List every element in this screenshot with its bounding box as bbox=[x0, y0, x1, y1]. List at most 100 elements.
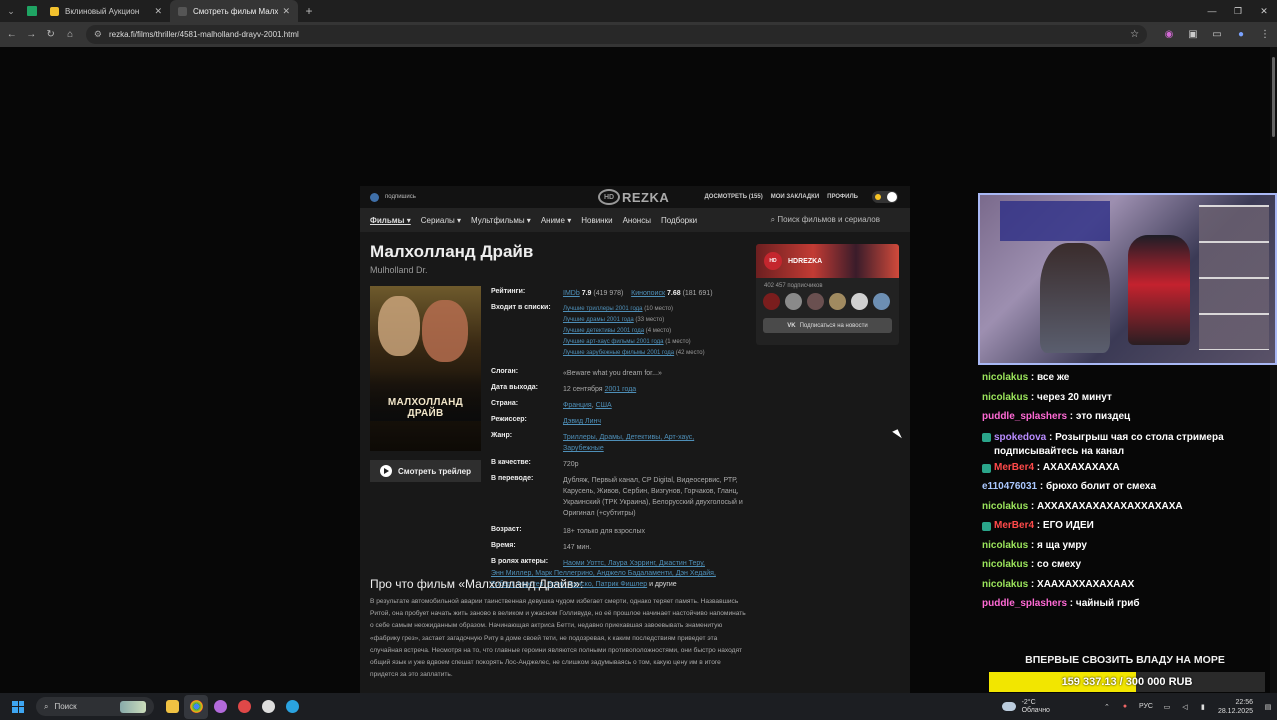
chat-username[interactable]: puddle_splashers bbox=[982, 598, 1067, 609]
social-name[interactable]: HDREZKA bbox=[788, 258, 822, 265]
profile-link[interactable]: ПРОФИЛЬ bbox=[827, 194, 858, 200]
chat-username[interactable]: MerBer4 bbox=[994, 520, 1034, 531]
tab-auction[interactable]: Вклиновый Аукцион ✕ bbox=[42, 0, 170, 22]
chat-username[interactable]: nicolakus bbox=[982, 559, 1028, 570]
chat-username[interactable]: nicolakus bbox=[982, 579, 1028, 590]
pinned-tab-sheets[interactable] bbox=[22, 0, 42, 22]
site-info-icon[interactable]: ⚙ bbox=[94, 29, 102, 40]
minimize-icon[interactable]: — bbox=[1199, 0, 1225, 22]
list-item: Лучшие зарубежные фильмы 2001 года (42 м… bbox=[563, 348, 705, 359]
extension-icon[interactable]: ◉ bbox=[1157, 29, 1181, 40]
chat-username[interactable]: e110476031 bbox=[982, 481, 1037, 492]
quality-row: В качестве: 720p bbox=[491, 459, 751, 470]
taskbar-search-label: Поиск bbox=[54, 702, 77, 711]
country-link[interactable]: США bbox=[596, 402, 612, 409]
battery-icon[interactable]: ▮ bbox=[1194, 703, 1212, 711]
scrollbar-thumb[interactable] bbox=[1272, 57, 1275, 137]
profile-avatar-icon[interactable]: ● bbox=[1229, 29, 1253, 40]
bookmark-star-icon[interactable]: ☆ bbox=[1130, 29, 1139, 40]
reload-icon[interactable]: ↻ bbox=[41, 29, 60, 40]
list-link[interactable]: Лучшие арт-хаус фильмы 2001 года bbox=[563, 339, 664, 345]
list-link[interactable]: Лучшие зарубежные фильмы 2001 года bbox=[563, 350, 674, 356]
chat-username[interactable]: puddle_splashers bbox=[982, 411, 1067, 422]
cast-links[interactable]: Энн Миллер, Марк Пеллегрино, Анджело Бад… bbox=[491, 570, 716, 577]
volume-icon[interactable]: ◁ bbox=[1176, 703, 1194, 711]
recorder-icon[interactable] bbox=[232, 695, 256, 719]
nav-new[interactable]: Новинки bbox=[581, 216, 612, 225]
site-logo[interactable]: HD REZKA bbox=[598, 189, 669, 205]
social-widget: HD HDREZKA 402 457 подписчиков VK Подпис… bbox=[756, 244, 899, 345]
release-year-link[interactable]: 2001 года bbox=[605, 386, 637, 393]
sidebar-icon[interactable]: ▭ bbox=[1205, 29, 1229, 40]
language-indicator[interactable]: РУС bbox=[1134, 703, 1158, 710]
subscribe-news-button[interactable]: VK Подписаться на новости bbox=[763, 318, 892, 333]
back-icon[interactable]: ← bbox=[2, 29, 21, 40]
film-poster[interactable]: МАЛХОЛЛАНД ДРАЙВ bbox=[370, 286, 481, 451]
chat-message: e110476031 : брюхо болит от смеха bbox=[982, 481, 1272, 501]
tab-close-icon[interactable]: ✕ bbox=[282, 6, 290, 17]
chat-text: все же bbox=[1037, 372, 1070, 383]
tab-close-icon[interactable]: ✕ bbox=[154, 6, 162, 17]
taskbar-search[interactable]: ⌕ Поиск bbox=[36, 697, 154, 716]
bookmarks-link[interactable]: МОИ ЗАКЛАДКИ bbox=[771, 194, 819, 200]
chat-username[interactable]: nicolakus bbox=[982, 372, 1028, 383]
new-tab-button[interactable]: + bbox=[298, 4, 320, 18]
kinopoisk-link[interactable]: Кинопоиск bbox=[631, 290, 665, 297]
nav-announcements[interactable]: Анонсы bbox=[623, 216, 651, 225]
tab-rezka[interactable]: Смотреть фильм Малхолланд ✕ bbox=[170, 0, 298, 22]
chat-username[interactable]: nicolakus bbox=[982, 540, 1028, 551]
watch-trailer-button[interactable]: Смотреть трейлер bbox=[370, 460, 481, 482]
menu-kebab-icon[interactable]: ⋮ bbox=[1253, 29, 1277, 40]
theme-toggle[interactable] bbox=[872, 191, 898, 203]
social-avatar: HD bbox=[764, 252, 782, 270]
list-link[interactable]: Лучшие детективы 2001 года bbox=[563, 328, 644, 334]
chat-username[interactable]: nicolakus bbox=[982, 501, 1028, 512]
maximize-icon[interactable]: ❐ bbox=[1225, 0, 1251, 22]
nav-collections[interactable]: Подборки bbox=[661, 216, 697, 225]
subscribe-link[interactable]: подпишись bbox=[370, 192, 416, 202]
social-banner: HD HDREZKA bbox=[756, 244, 899, 278]
close-window-icon[interactable]: ✕ bbox=[1251, 0, 1277, 22]
forward-icon[interactable]: → bbox=[21, 29, 40, 40]
microphone-icon[interactable]: ● bbox=[1116, 703, 1134, 710]
chat-username[interactable]: MerBer4 bbox=[994, 462, 1034, 473]
tab-search-icon[interactable]: ⌄ bbox=[0, 0, 22, 22]
site-search[interactable]: ⌕ Поиск фильмов и сериалов bbox=[771, 215, 880, 225]
list-link[interactable]: Лучшие триллеры 2001 года bbox=[563, 306, 643, 312]
director-link[interactable]: Дэвид Линч bbox=[563, 418, 601, 425]
obs-icon[interactable] bbox=[256, 695, 280, 719]
nav-films[interactable]: Фильмы ▾ bbox=[370, 216, 411, 225]
explorer-icon[interactable] bbox=[160, 695, 184, 719]
home-icon[interactable]: ⌂ bbox=[60, 29, 79, 40]
director-label: Режиссер: bbox=[491, 416, 527, 423]
network-icon[interactable]: ▭ bbox=[1158, 703, 1176, 711]
weather-widget[interactable]: -2°C Облачно bbox=[1001, 699, 1050, 715]
telegram-icon[interactable] bbox=[280, 695, 304, 719]
nav-cartoons[interactable]: Мультфильмы ▾ bbox=[471, 216, 531, 225]
genre-row: Жанр: Триллеры, Драмы, Детективы, Арт-ха… bbox=[491, 432, 751, 454]
genre-link[interactable]: Зарубежные bbox=[563, 445, 604, 452]
chevron-up-icon[interactable]: ⌃ bbox=[1098, 703, 1116, 711]
nav-series[interactable]: Сериалы ▾ bbox=[421, 216, 461, 225]
extensions-puzzle-icon[interactable]: ▣ bbox=[1181, 29, 1205, 40]
logo-hd: HD bbox=[598, 189, 620, 205]
country-link[interactable]: Франция bbox=[563, 402, 592, 409]
chrome-icon[interactable] bbox=[184, 694, 208, 719]
chat-username[interactable]: nicolakus bbox=[982, 392, 1028, 403]
slogan-label: Слоган: bbox=[491, 368, 519, 375]
webcam-overlay bbox=[978, 193, 1277, 365]
nav-anime[interactable]: Аниме ▾ bbox=[541, 216, 571, 225]
media-icon[interactable] bbox=[208, 695, 232, 719]
list-link[interactable]: Лучшие драмы 2001 года bbox=[563, 317, 634, 323]
site-topbar: подпишись HD REZKA ДОСМОТРЕТЬ (155) МОИ … bbox=[360, 186, 910, 208]
translation-row: В переводе: Дубляж, Первый канал, CP Dig… bbox=[491, 475, 751, 519]
clock[interactable]: 22:56 28.12.2025 bbox=[1218, 698, 1253, 716]
chat-username[interactable]: spokedova bbox=[994, 432, 1046, 443]
cast-links[interactable]: Наоми Уоттс, Лаура Хэрринг, Джастин Теру… bbox=[563, 560, 705, 567]
start-icon[interactable] bbox=[12, 700, 24, 713]
address-bar[interactable]: ⚙ rezka.fi/films/thriller/4581-malhollan… bbox=[85, 25, 1148, 44]
imdb-link[interactable]: IMDb bbox=[563, 290, 580, 297]
watch-later-link[interactable]: ДОСМОТРЕТЬ (155) bbox=[705, 194, 763, 200]
notification-icon[interactable]: ▤ bbox=[1259, 703, 1277, 711]
genre-links[interactable]: Триллеры, Драмы, Детективы, Арт-хаус, bbox=[563, 434, 694, 441]
